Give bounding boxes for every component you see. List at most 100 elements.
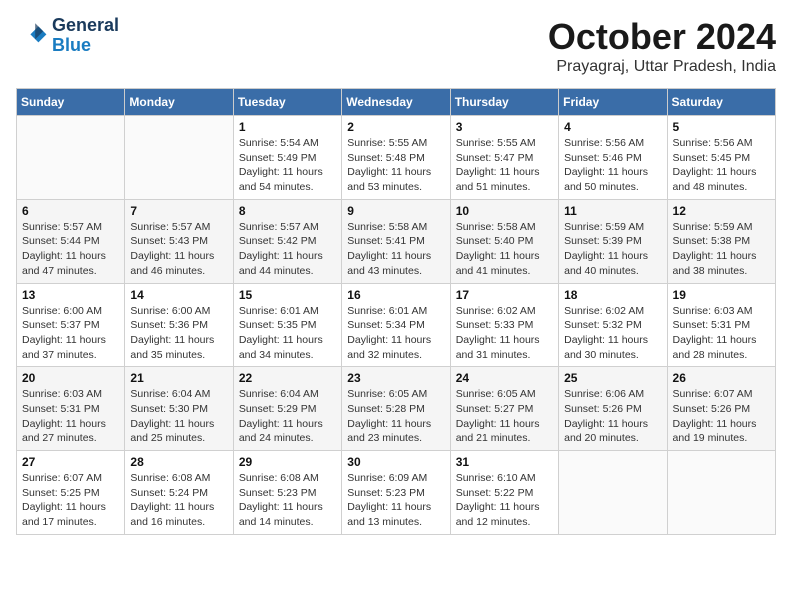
day-number: 30 bbox=[347, 455, 444, 469]
calendar-day-cell: 21 Sunrise: 6:04 AMSunset: 5:30 PMDayligh… bbox=[125, 367, 233, 451]
day-number: 13 bbox=[22, 288, 119, 302]
day-number: 21 bbox=[130, 371, 227, 385]
day-number: 10 bbox=[456, 204, 553, 218]
calendar-day-cell: 27 Sunrise: 6:07 AMSunset: 5:25 PMDayligh… bbox=[17, 451, 125, 535]
day-detail: Sunrise: 6:07 AMSunset: 5:26 PMDaylight:… bbox=[673, 387, 770, 446]
day-detail: Sunrise: 5:59 AMSunset: 5:38 PMDaylight:… bbox=[673, 220, 770, 279]
day-number: 23 bbox=[347, 371, 444, 385]
logo-icon bbox=[16, 20, 48, 52]
day-detail: Sunrise: 6:10 AMSunset: 5:22 PMDaylight:… bbox=[456, 471, 553, 530]
day-detail: Sunrise: 6:01 AMSunset: 5:34 PMDaylight:… bbox=[347, 304, 444, 363]
weekday-header-cell: Saturday bbox=[667, 89, 775, 116]
day-number: 11 bbox=[564, 204, 661, 218]
day-detail: Sunrise: 6:05 AMSunset: 5:27 PMDaylight:… bbox=[456, 387, 553, 446]
calendar-day-cell bbox=[559, 451, 667, 535]
day-number: 8 bbox=[239, 204, 336, 218]
calendar-day-cell: 22Sunrise: 6:04 AMSunset: 5:29 PMDayligh… bbox=[233, 367, 341, 451]
day-number: 12 bbox=[673, 204, 770, 218]
weekday-header-cell: Tuesday bbox=[233, 89, 341, 116]
weekday-header-cell: Friday bbox=[559, 89, 667, 116]
day-detail: Sunrise: 5:55 AMSunset: 5:48 PMDaylight:… bbox=[347, 136, 444, 195]
month-title: October 2024 bbox=[548, 16, 776, 58]
calendar-day-cell: 5 Sunrise: 5:56 AMSunset: 5:45 PMDaylight… bbox=[667, 116, 775, 200]
calendar-day-cell: 1Sunrise: 5:54 AMSunset: 5:49 PMDaylight… bbox=[233, 116, 341, 200]
calendar-day-cell bbox=[125, 116, 233, 200]
day-number: 26 bbox=[673, 371, 770, 385]
day-detail: Sunrise: 5:57 AMSunset: 5:44 PMDaylight:… bbox=[22, 220, 119, 279]
calendar-day-cell: 17 Sunrise: 6:02 AMSunset: 5:33 PMDayligh… bbox=[450, 283, 558, 367]
calendar-day-cell: 3 Sunrise: 5:55 AMSunset: 5:47 PMDaylight… bbox=[450, 116, 558, 200]
calendar-day-cell: 10 Sunrise: 5:58 AMSunset: 5:40 PMDayligh… bbox=[450, 199, 558, 283]
day-detail: Sunrise: 6:02 AMSunset: 5:33 PMDaylight:… bbox=[456, 304, 553, 363]
day-detail: Sunrise: 6:08 AMSunset: 5:24 PMDaylight:… bbox=[130, 471, 227, 530]
calendar-day-cell: 23 Sunrise: 6:05 AMSunset: 5:28 PMDayligh… bbox=[342, 367, 450, 451]
calendar-day-cell: 29Sunrise: 6:08 AMSunset: 5:23 PMDayligh… bbox=[233, 451, 341, 535]
calendar-table: SundayMondayTuesdayWednesdayThursdayFrid… bbox=[16, 88, 776, 535]
day-detail: Sunrise: 6:03 AMSunset: 5:31 PMDaylight:… bbox=[22, 387, 119, 446]
day-number: 2 bbox=[347, 120, 444, 134]
day-number: 7 bbox=[130, 204, 227, 218]
weekday-header-row: SundayMondayTuesdayWednesdayThursdayFrid… bbox=[17, 89, 776, 116]
day-number: 3 bbox=[456, 120, 553, 134]
page-header: General Blue October 2024 Prayagraj, Utt… bbox=[16, 16, 776, 76]
calendar-day-cell: 2 Sunrise: 5:55 AMSunset: 5:48 PMDaylight… bbox=[342, 116, 450, 200]
day-number: 31 bbox=[456, 455, 553, 469]
calendar-day-cell: 15 Sunrise: 6:01 AMSunset: 5:35 PMDayligh… bbox=[233, 283, 341, 367]
day-number: 17 bbox=[456, 288, 553, 302]
day-detail: Sunrise: 6:04 AMSunset: 5:30 PMDaylight:… bbox=[130, 387, 227, 446]
day-number: 18 bbox=[564, 288, 661, 302]
calendar-day-cell: 30 Sunrise: 6:09 AMSunset: 5:23 PMDayligh… bbox=[342, 451, 450, 535]
day-detail: Sunrise: 6:01 AMSunset: 5:35 PMDaylight:… bbox=[239, 304, 336, 363]
calendar-week-row: 27 Sunrise: 6:07 AMSunset: 5:25 PMDayligh… bbox=[17, 451, 776, 535]
calendar-day-cell: 7 Sunrise: 5:57 AMSunset: 5:43 PMDaylight… bbox=[125, 199, 233, 283]
logo: General Blue bbox=[16, 16, 119, 56]
weekday-header-cell: Thursday bbox=[450, 89, 558, 116]
day-detail: Sunrise: 6:00 AMSunset: 5:37 PMDaylight:… bbox=[22, 304, 119, 363]
calendar-day-cell: 19Sunrise: 6:03 AMSunset: 5:31 PMDayligh… bbox=[667, 283, 775, 367]
calendar-day-cell: 12 Sunrise: 5:59 AMSunset: 5:38 PMDayligh… bbox=[667, 199, 775, 283]
day-detail: Sunrise: 6:07 AMSunset: 5:25 PMDaylight:… bbox=[22, 471, 119, 530]
day-number: 28 bbox=[130, 455, 227, 469]
calendar-day-cell: 9Sunrise: 5:58 AMSunset: 5:41 PMDaylight… bbox=[342, 199, 450, 283]
day-number: 5 bbox=[673, 120, 770, 134]
calendar-day-cell: 31 Sunrise: 6:10 AMSunset: 5:22 PMDayligh… bbox=[450, 451, 558, 535]
calendar-day-cell: 25Sunrise: 6:06 AMSunset: 5:26 PMDayligh… bbox=[559, 367, 667, 451]
calendar-day-cell bbox=[17, 116, 125, 200]
day-detail: Sunrise: 5:57 AMSunset: 5:43 PMDaylight:… bbox=[130, 220, 227, 279]
weekday-header-cell: Monday bbox=[125, 89, 233, 116]
day-number: 25 bbox=[564, 371, 661, 385]
calendar-day-cell: 14Sunrise: 6:00 AMSunset: 5:36 PMDayligh… bbox=[125, 283, 233, 367]
calendar-day-cell: 16Sunrise: 6:01 AMSunset: 5:34 PMDayligh… bbox=[342, 283, 450, 367]
day-number: 15 bbox=[239, 288, 336, 302]
day-detail: Sunrise: 5:56 AMSunset: 5:46 PMDaylight:… bbox=[564, 136, 661, 195]
day-number: 27 bbox=[22, 455, 119, 469]
calendar-day-cell: 24 Sunrise: 6:05 AMSunset: 5:27 PMDayligh… bbox=[450, 367, 558, 451]
day-detail: Sunrise: 6:05 AMSunset: 5:28 PMDaylight:… bbox=[347, 387, 444, 446]
day-detail: Sunrise: 6:00 AMSunset: 5:36 PMDaylight:… bbox=[130, 304, 227, 363]
calendar-day-cell: 18Sunrise: 6:02 AMSunset: 5:32 PMDayligh… bbox=[559, 283, 667, 367]
day-detail: Sunrise: 6:09 AMSunset: 5:23 PMDaylight:… bbox=[347, 471, 444, 530]
day-detail: Sunrise: 5:59 AMSunset: 5:39 PMDaylight:… bbox=[564, 220, 661, 279]
day-detail: Sunrise: 5:55 AMSunset: 5:47 PMDaylight:… bbox=[456, 136, 553, 195]
calendar-day-cell: 6 Sunrise: 5:57 AMSunset: 5:44 PMDaylight… bbox=[17, 199, 125, 283]
calendar-week-row: 20 Sunrise: 6:03 AMSunset: 5:31 PMDayligh… bbox=[17, 367, 776, 451]
day-number: 29 bbox=[239, 455, 336, 469]
calendar-day-cell: 8Sunrise: 5:57 AMSunset: 5:42 PMDaylight… bbox=[233, 199, 341, 283]
calendar-day-cell: 26 Sunrise: 6:07 AMSunset: 5:26 PMDayligh… bbox=[667, 367, 775, 451]
day-detail: Sunrise: 5:58 AMSunset: 5:40 PMDaylight:… bbox=[456, 220, 553, 279]
calendar-day-cell: 28 Sunrise: 6:08 AMSunset: 5:24 PMDayligh… bbox=[125, 451, 233, 535]
calendar-week-row: 13 Sunrise: 6:00 AMSunset: 5:37 PMDayligh… bbox=[17, 283, 776, 367]
calendar-week-row: 1Sunrise: 5:54 AMSunset: 5:49 PMDaylight… bbox=[17, 116, 776, 200]
day-number: 20 bbox=[22, 371, 119, 385]
calendar-day-cell bbox=[667, 451, 775, 535]
day-number: 22 bbox=[239, 371, 336, 385]
weekday-header-cell: Sunday bbox=[17, 89, 125, 116]
calendar-body: 1Sunrise: 5:54 AMSunset: 5:49 PMDaylight… bbox=[17, 116, 776, 535]
title-block: October 2024 Prayagraj, Uttar Pradesh, I… bbox=[548, 16, 776, 76]
day-number: 24 bbox=[456, 371, 553, 385]
day-number: 6 bbox=[22, 204, 119, 218]
day-number: 1 bbox=[239, 120, 336, 134]
day-detail: Sunrise: 5:56 AMSunset: 5:45 PMDaylight:… bbox=[673, 136, 770, 195]
logo-text: General Blue bbox=[52, 16, 119, 56]
day-number: 19 bbox=[673, 288, 770, 302]
